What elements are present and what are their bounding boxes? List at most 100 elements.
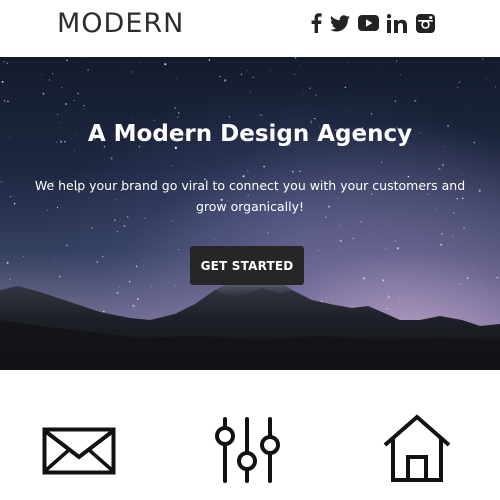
star: [4, 100, 6, 102]
star: [175, 77, 177, 79]
star: [77, 92, 79, 95]
star: [228, 116, 231, 118]
star: [1, 81, 4, 83]
star: [344, 86, 346, 88]
twitter-icon[interactable]: [330, 14, 350, 32]
star: [177, 116, 179, 118]
star: [347, 62, 349, 63]
star: [83, 108, 85, 110]
star: [66, 59, 68, 62]
star: [485, 78, 487, 79]
sliders-icon[interactable]: [213, 416, 281, 484]
star: [381, 161, 383, 163]
star: [116, 231, 119, 233]
star: [144, 217, 146, 219]
get-started-button[interactable]: GET STARTED: [190, 246, 304, 285]
star: [370, 113, 373, 115]
star: [259, 114, 262, 116]
star: [360, 220, 363, 223]
star: [110, 157, 113, 160]
star: [87, 69, 89, 71]
star: [174, 107, 176, 109]
star: [83, 104, 85, 106]
features-section: [0, 370, 500, 500]
star: [373, 223, 375, 224]
star: [52, 235, 53, 237]
star: [373, 235, 374, 236]
facebook-icon[interactable]: [310, 13, 322, 33]
star: [452, 236, 454, 238]
star: [164, 63, 167, 66]
star: [22, 255, 24, 257]
star: [299, 170, 301, 172]
star: [6, 62, 8, 64]
star: [339, 239, 342, 242]
star: [293, 74, 295, 76]
star: [91, 227, 93, 229]
star: [61, 87, 63, 89]
star: [0, 181, 3, 183]
star: [441, 232, 443, 235]
star: [208, 59, 211, 61]
star: [7, 100, 9, 103]
star: [246, 69, 248, 72]
star: [340, 224, 341, 226]
star: [219, 75, 221, 78]
star: [346, 109, 347, 110]
star: [458, 81, 461, 83]
star: [178, 248, 180, 250]
star: [309, 87, 311, 89]
star: [91, 70, 92, 71]
star: [40, 74, 42, 76]
site-header: MODERN: [0, 0, 500, 57]
instagram-icon[interactable]: [416, 13, 435, 33]
star: [292, 170, 294, 173]
star: [249, 91, 251, 93]
site-logo[interactable]: MODERN: [57, 8, 184, 40]
star: [440, 243, 443, 246]
star: [53, 257, 55, 259]
star: [457, 86, 459, 89]
youtube-icon[interactable]: [358, 15, 379, 31]
star: [9, 195, 12, 198]
star: [247, 170, 249, 172]
star: [394, 100, 397, 102]
star: [269, 70, 271, 72]
star: [400, 74, 401, 76]
star: [292, 228, 294, 230]
star: [57, 113, 58, 115]
star: [114, 219, 116, 222]
star: [385, 248, 387, 249]
star: [139, 61, 140, 63]
hero-subtitle: We help your brand go viral to connect y…: [34, 178, 466, 214]
star: [65, 103, 67, 105]
star: [73, 99, 75, 102]
star: [42, 92, 45, 95]
star: [240, 73, 243, 75]
star: [252, 76, 254, 79]
star: [73, 150, 75, 152]
star: [201, 227, 203, 229]
star: [131, 71, 133, 73]
star: [396, 60, 398, 62]
star: [81, 57, 83, 58]
mail-icon[interactable]: [42, 427, 116, 475]
star: [315, 94, 317, 96]
star: [478, 189, 481, 192]
star: [396, 247, 399, 250]
star: [3, 61, 5, 63]
star: [464, 104, 466, 106]
star: [378, 73, 380, 75]
star: [394, 240, 396, 242]
star: [300, 63, 301, 65]
home-icon[interactable]: [382, 414, 452, 484]
social-links: [310, 10, 435, 36]
star: [13, 202, 16, 205]
star: [263, 165, 265, 168]
linkedin-icon[interactable]: [387, 13, 408, 33]
star: [442, 164, 444, 166]
star: [171, 220, 174, 222]
star: [495, 86, 497, 88]
star: [224, 79, 227, 82]
star: [267, 232, 269, 234]
